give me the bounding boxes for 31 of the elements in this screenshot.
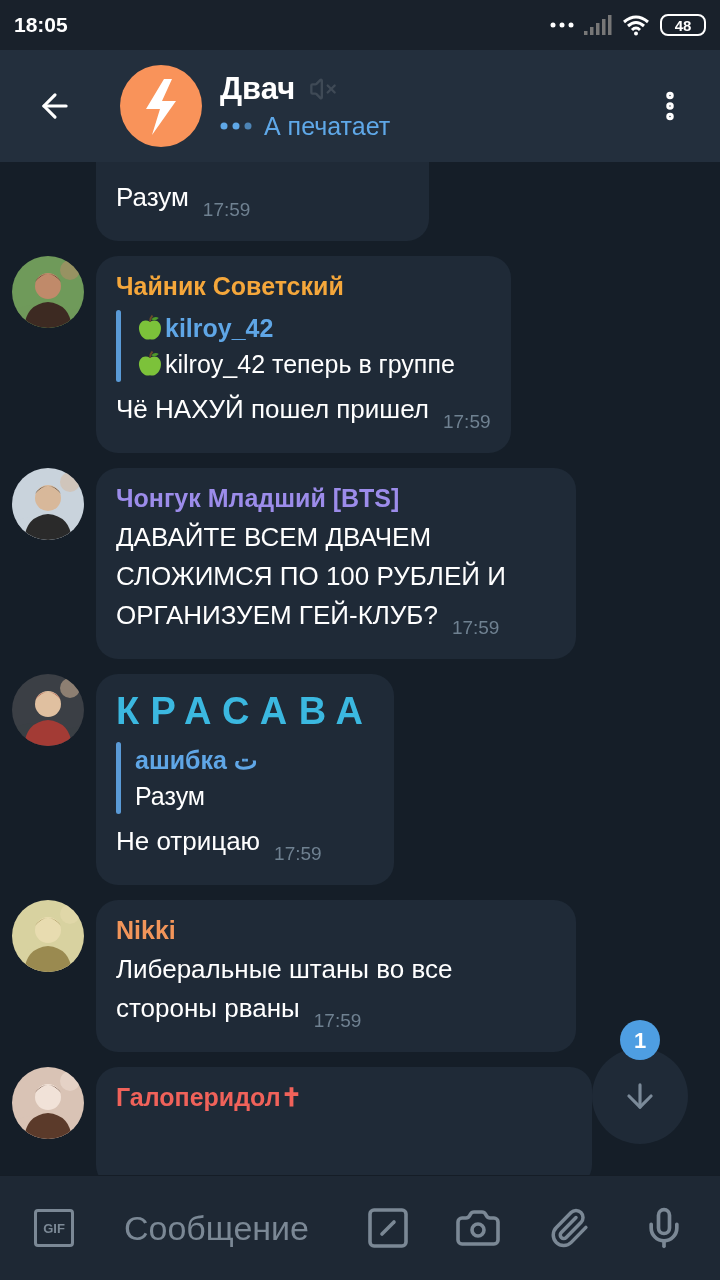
reply-author: ашибка ت <box>135 745 258 776</box>
signal-icon <box>584 15 612 35</box>
message-text: Разум 17:59 <box>116 178 409 229</box>
message-time: 17:59 <box>313 1009 362 1033</box>
channel-logo[interactable] <box>120 65 202 147</box>
message-input[interactable]: Сообщение <box>124 1202 354 1254</box>
reply-author: kilroy_42 <box>165 313 274 344</box>
unread-badge: 1 <box>620 1020 660 1060</box>
battery-indicator: 48 <box>660 14 706 36</box>
sender-name[interactable]: Чайник Советский <box>116 270 491 302</box>
message-time: 17:59 <box>202 198 251 222</box>
dots-icon <box>550 22 574 28</box>
reply-quote[interactable]: kilroy_42 kilroy_42 теперь в группе <box>116 310 491 382</box>
message-text: Чё НАХУЙ пошел пришел 17:59 <box>116 390 491 441</box>
chat-title: Двач <box>220 70 296 108</box>
sender-name[interactable]: Nikki <box>116 914 556 946</box>
wifi-icon <box>622 14 650 36</box>
status-time: 18:05 <box>14 12 68 39</box>
reply-text: kilroy_42 теперь в группе <box>165 349 455 380</box>
reply-text: Разум <box>135 781 206 812</box>
sender-name[interactable]: КРАСАВА <box>116 688 375 734</box>
message-time: 17:59 <box>443 410 491 434</box>
message-text: Не отрицаю 17:59 <box>116 822 375 873</box>
sender-name[interactable]: Галоперидол✝ <box>116 1081 572 1113</box>
gif-button[interactable]: GIF <box>34 1209 74 1247</box>
chat-status: А печатает <box>264 111 391 142</box>
sender-name[interactable]: Чонгук Младший [BTS] <box>116 482 556 514</box>
message-time: 17:59 <box>451 616 500 640</box>
message-text: Либеральные штаны во все стороны рваны 17:59 <box>116 950 556 1040</box>
message-text: ДАВАЙТЕ ВСЕМ ДВАЧЕМ СЛОЖИМСЯ ПО 100 РУБЛЕЙ И ОРГАНИЗУЕМ ГЕЙ-КЛУБ? 17:59 <box>116 518 556 647</box>
message-time: 17:59 <box>274 842 322 866</box>
